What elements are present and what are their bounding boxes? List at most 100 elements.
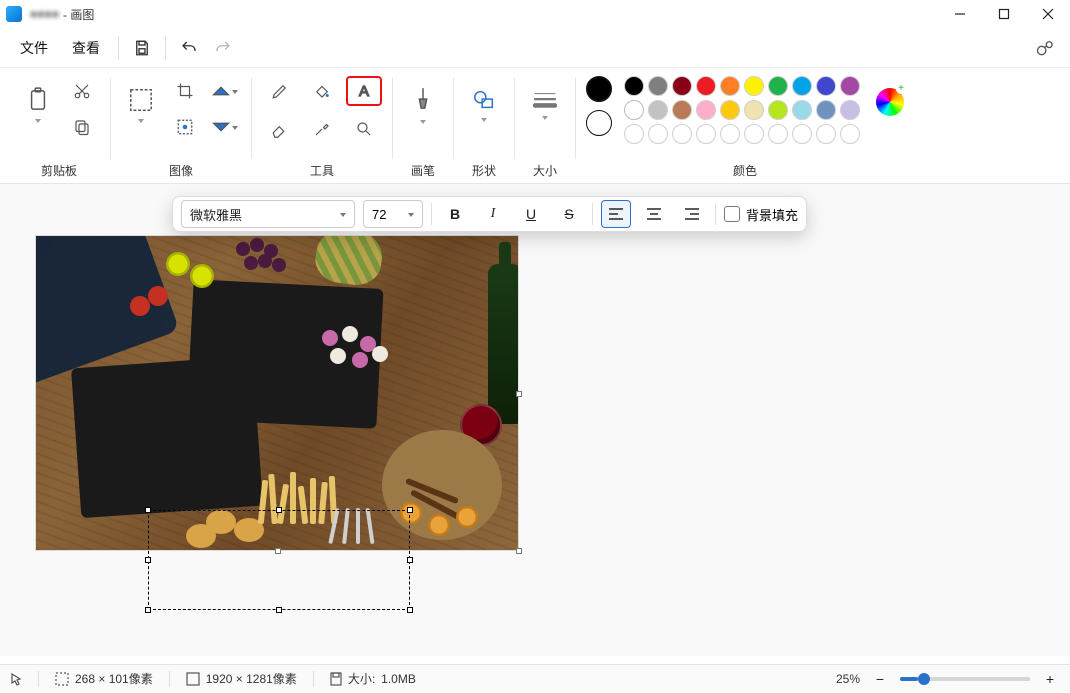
palette-color[interactable] [840,100,860,120]
rotate-tool[interactable] [207,76,243,106]
flip-tool[interactable] [207,112,243,142]
align-right-button[interactable] [677,200,707,228]
palette-color[interactable] [840,124,860,144]
separator [313,671,314,687]
palette-color[interactable] [696,100,716,120]
title-bar: ■■■■ - 画图 [0,0,1070,28]
menu-file[interactable]: 文件 [8,34,60,62]
close-button[interactable] [1026,0,1070,28]
resize-tool[interactable] [167,112,203,142]
palette-color[interactable] [720,124,740,144]
palette-color[interactable] [648,100,668,120]
undo-button[interactable] [172,31,206,65]
palette-color[interactable] [624,76,644,96]
crop-tool[interactable] [167,76,203,106]
font-size-select[interactable]: 72 [363,200,423,228]
maximize-button[interactable] [982,0,1026,28]
canvas-resize-handle-right[interactable] [516,391,522,397]
palette-color[interactable] [744,76,764,96]
palette-color[interactable] [720,100,740,120]
palette-color[interactable] [720,76,740,96]
text-tool[interactable]: A [346,76,382,106]
selection-handle[interactable] [276,507,282,513]
image-prop [316,326,436,416]
select-tool[interactable] [121,76,161,134]
zoom-in-button[interactable]: + [1040,665,1060,693]
redo-button[interactable] [206,31,240,65]
palette-color[interactable] [624,124,644,144]
palette-color[interactable] [672,76,692,96]
copy-button[interactable] [64,112,100,142]
palette-color[interactable] [792,100,812,120]
palette-color[interactable] [648,76,668,96]
palette-color[interactable] [816,100,836,120]
underline-button[interactable]: U [516,200,546,228]
zoom-slider[interactable] [900,677,1030,681]
group-brushes: 画笔 [393,74,453,183]
group-label-shapes: 形状 [472,157,496,183]
palette-color[interactable] [648,124,668,144]
brushes-button[interactable] [403,76,443,134]
palette-color[interactable] [744,124,764,144]
selection-handle[interactable] [145,607,151,613]
font-family-select[interactable]: 微软雅黑 [181,200,355,228]
text-options-toolbar: 微软雅黑 72 B I U S 背景填充 [172,196,807,232]
canvas-icon [186,672,200,686]
save-button[interactable] [125,31,159,65]
image-prop [456,506,478,528]
palette-color[interactable] [816,124,836,144]
edit-colors-button[interactable] [876,88,904,116]
italic-button[interactable]: I [478,200,508,228]
paste-button[interactable] [18,76,58,134]
background-fill-toggle[interactable]: 背景填充 [724,205,798,224]
palette-color[interactable] [816,76,836,96]
palette-color[interactable] [672,124,692,144]
palette-color[interactable] [624,100,644,120]
palette-color[interactable] [768,76,788,96]
selection-handle[interactable] [145,507,151,513]
align-left-button[interactable] [601,200,631,228]
shapes-button[interactable] [464,76,504,134]
selection-handle[interactable] [407,507,413,513]
color-picker-tool[interactable] [304,114,340,144]
group-label-brushes: 画笔 [411,157,435,183]
selection-handle[interactable] [145,557,151,563]
palette-color[interactable] [768,100,788,120]
document-name-obscured: ■■■■ [30,7,59,21]
title-suffix: - 画图 [63,6,94,23]
zoom-out-button[interactable]: − [870,665,890,693]
minimize-button[interactable] [938,0,982,28]
palette-color[interactable] [768,124,788,144]
strikethrough-button[interactable]: S [554,200,584,228]
palette-color[interactable] [696,76,716,96]
copilot-button[interactable] [1028,31,1062,65]
zoom-slider-thumb[interactable] [918,673,930,685]
canvas-resize-handle-corner[interactable] [516,548,522,554]
palette-color[interactable] [696,124,716,144]
magnifier-tool[interactable] [346,114,382,144]
image-canvas[interactable] [36,236,518,550]
palette-color[interactable] [744,100,764,120]
eraser-tool[interactable] [262,114,298,144]
size-button[interactable] [525,76,565,134]
bold-button[interactable]: B [440,200,470,228]
cut-button[interactable] [64,76,100,106]
svg-text:A: A [359,83,369,100]
selection-handle[interactable] [407,607,413,613]
selection-handle[interactable] [407,557,413,563]
fill-tool[interactable] [304,76,340,106]
align-center-button[interactable] [639,200,669,228]
palette-color[interactable] [840,76,860,96]
canvas-size-value: 1920 × 1281像素 [206,670,297,687]
palette-color[interactable] [672,100,692,120]
separator [165,36,166,60]
color2-swatch[interactable] [586,110,612,136]
text-selection-box[interactable] [148,510,410,610]
color1-swatch[interactable] [586,76,612,102]
canvas-area[interactable] [0,184,1070,656]
palette-color[interactable] [792,124,812,144]
pencil-tool[interactable] [262,76,298,106]
menu-view[interactable]: 查看 [60,34,112,62]
palette-color[interactable] [792,76,812,96]
selection-handle[interactable] [276,607,282,613]
